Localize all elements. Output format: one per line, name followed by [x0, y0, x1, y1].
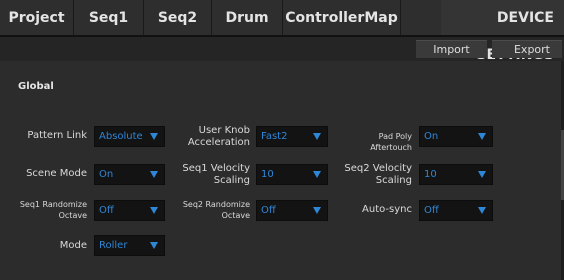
label-line: Seq2 Randomize: [182, 200, 250, 209]
user-knob-acceleration-label: User Knob Acceleration: [170, 125, 250, 149]
chevron-down-icon: [313, 171, 321, 178]
pattern-link-select[interactable]: Absolute: [94, 126, 165, 147]
seq1-velocity-scaling-value: 10: [261, 169, 274, 180]
user-knob-acceleration-select[interactable]: Fast2: [256, 126, 328, 147]
seq1-velocity-scaling-label: Seq1 Velocity Scaling: [170, 163, 250, 187]
mode-label: Mode: [59, 240, 87, 251]
pad-poly-aftertouch-select[interactable]: On: [419, 126, 493, 147]
tab-project[interactable]: Project: [0, 0, 73, 35]
pad-poly-aftertouch-value: On: [424, 131, 439, 142]
seq1-randomize-octave-select[interactable]: Off: [94, 200, 165, 221]
chevron-down-icon: [478, 133, 486, 140]
label-line: Octave: [221, 211, 250, 220]
label-line: Scaling: [213, 175, 250, 186]
mode-value: Roller: [99, 240, 128, 251]
chevron-down-icon: [478, 207, 486, 214]
seq1-randomize-octave-value: Off: [99, 205, 114, 216]
label-line: Acceleration: [187, 137, 250, 148]
seq2-randomize-octave-select[interactable]: Off: [256, 200, 328, 221]
auto-sync-select[interactable]: Off: [419, 200, 493, 221]
tab-drum[interactable]: Drum: [212, 0, 282, 35]
section-title: Global: [18, 81, 54, 92]
scene-mode-value: On: [99, 169, 114, 180]
label-line: Seq1 Randomize: [19, 200, 87, 209]
export-button[interactable]: Export: [492, 40, 562, 58]
label-line: Octave: [58, 211, 87, 220]
tab-seq2[interactable]: Seq2: [144, 0, 211, 35]
seq2-velocity-scaling-label: Seq2 Velocity Scaling: [332, 163, 412, 187]
label-line: Scaling: [375, 175, 412, 186]
chevron-down-icon: [150, 171, 158, 178]
chevron-down-icon: [150, 133, 158, 140]
tab-underline: [0, 35, 564, 37]
seq2-randomize-octave-value: Off: [261, 205, 276, 216]
chevron-down-icon: [313, 207, 321, 214]
auto-sync-label: Auto-sync: [362, 204, 412, 215]
seq2-velocity-scaling-select[interactable]: 10: [419, 164, 493, 185]
auto-sync-value: Off: [424, 205, 439, 216]
scene-mode-label: Scene Mode: [26, 168, 87, 179]
seq1-randomize-octave-label: Seq1 Randomize Octave: [10, 199, 87, 221]
seq2-randomize-octave-label: Seq2 Randomize Octave: [172, 199, 250, 221]
pattern-link-label: Pattern Link: [27, 130, 87, 141]
scene-mode-select[interactable]: On: [94, 164, 165, 185]
label-line: Seq1 Velocity: [182, 163, 250, 174]
tab-bar: Project Seq1 Seq2 Drum ControllerMap DEV…: [0, 0, 564, 63]
seq2-velocity-scaling-value: 10: [424, 169, 437, 180]
chevron-down-icon: [313, 133, 321, 140]
user-knob-acceleration-value: Fast2: [261, 131, 288, 142]
mode-select[interactable]: Roller: [94, 235, 165, 256]
tab-seq1[interactable]: Seq1: [74, 0, 143, 35]
chevron-down-icon: [150, 207, 158, 214]
pattern-link-value: Absolute: [99, 131, 143, 142]
tab-device-settings[interactable]: DEVICE SETTINGS: [441, 0, 564, 63]
tab-blank[interactable]: [401, 0, 441, 35]
tab-controllermap[interactable]: ControllerMap: [283, 0, 400, 35]
chevron-down-icon: [478, 171, 486, 178]
seq1-velocity-scaling-select[interactable]: 10: [256, 164, 328, 185]
label-line: Seq2 Velocity: [344, 163, 412, 174]
pad-poly-aftertouch-label: Pad Poly Aftertouch: [370, 132, 412, 152]
label-line: User Knob: [198, 125, 250, 136]
import-button[interactable]: Import: [416, 40, 487, 58]
chevron-down-icon: [150, 242, 158, 249]
